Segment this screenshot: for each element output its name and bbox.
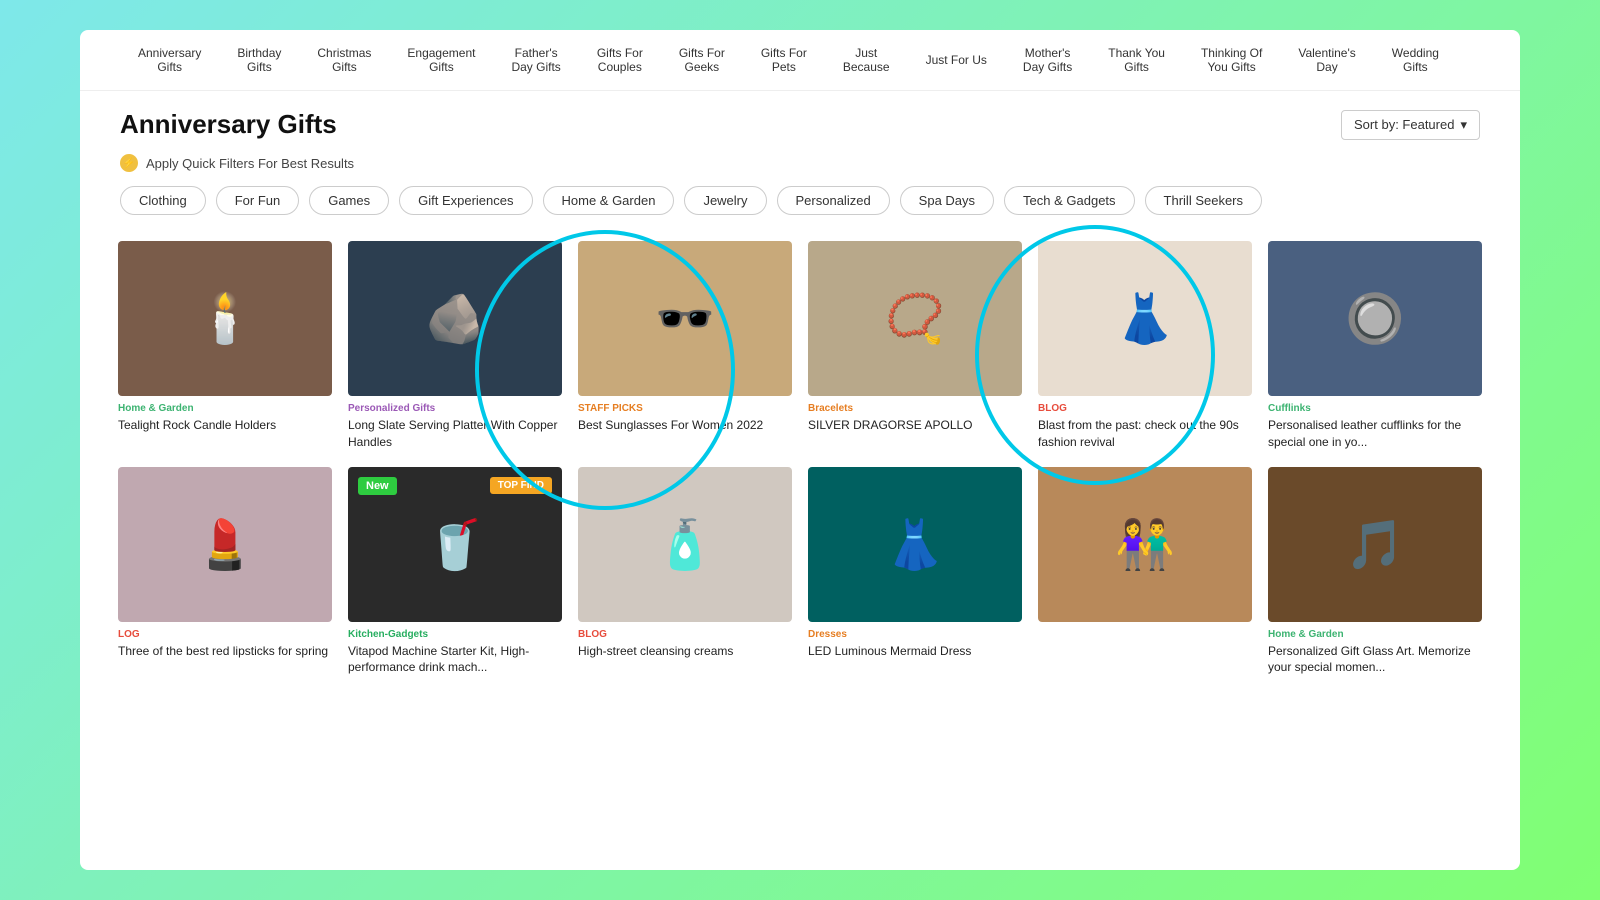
nav-item[interactable]: Thank You Gifts — [1090, 42, 1183, 78]
product-category: Kitchen-Gadgets — [348, 629, 562, 640]
badge-new: New — [358, 477, 397, 495]
nav-item[interactable]: Thinking Of You Gifts — [1183, 42, 1280, 78]
sort-label: Sort by: Featured — [1354, 117, 1454, 132]
product-card[interactable]: 🎵 Home & Garden Personalized Gift Glass Ar… — [1260, 459, 1490, 685]
product-name: Personalised leather cufflinks for the s… — [1268, 417, 1482, 451]
product-category: BLOG — [578, 629, 792, 640]
product-category: Bracelets — [808, 403, 1022, 414]
product-name: SILVER DRAGORSE APOLLO — [808, 417, 1022, 434]
nav-item[interactable]: Birthday Gifts — [219, 42, 299, 78]
product-name: High-street cleansing creams — [578, 643, 792, 660]
product-image: 🥤NewTOP FIND — [348, 467, 562, 622]
top-nav: Anniversary GiftsBirthday GiftsChristmas… — [80, 30, 1520, 91]
filter-chip[interactable]: Clothing — [120, 186, 206, 215]
nav-item[interactable]: Christmas Gifts — [299, 42, 389, 78]
nav-item[interactable]: Father's Day Gifts — [493, 42, 578, 78]
product-image: 📿 — [808, 241, 1022, 396]
product-image: 🔘 — [1268, 241, 1482, 396]
nav-item[interactable]: Engagement Gifts — [389, 42, 493, 78]
product-category: Home & Garden — [1268, 629, 1482, 640]
product-image: 🎵 — [1268, 467, 1482, 622]
product-name: Personalized Gift Glass Art. Memorize yo… — [1268, 643, 1482, 677]
product-category: Dresses — [808, 629, 1022, 640]
filter-chip[interactable]: Tech & Gadgets — [1004, 186, 1135, 215]
product-card[interactable]: 🕯️ Home & Garden Tealight Rock Candle Hold… — [110, 233, 340, 459]
filter-chip[interactable]: Games — [309, 186, 389, 215]
quick-filters-row: ⚡ Apply Quick Filters For Best Results — [80, 148, 1520, 186]
product-card[interactable]: 🪨 Personalized Gifts Long Slate Serving Pl… — [340, 233, 570, 459]
product-name: Long Slate Serving Platter With Copper H… — [348, 417, 562, 451]
product-name: Blast from the past: check out the 90s f… — [1038, 417, 1252, 451]
product-card[interactable]: 👗 Dresses LED Luminous Mermaid Dress — [800, 459, 1030, 685]
product-image: 💄 — [118, 467, 332, 622]
page-title: Anniversary Gifts — [120, 109, 337, 140]
nav-item[interactable]: Valentine's Day — [1280, 42, 1373, 78]
product-name: LED Luminous Mermaid Dress — [808, 643, 1022, 660]
product-image: 🕯️ — [118, 241, 332, 396]
filter-chips: Clothing For Fun Games Gift Experiences Home… — [80, 186, 1520, 233]
filter-chip[interactable]: Personalized — [777, 186, 890, 215]
product-category: STAFF PICKS — [578, 403, 792, 414]
filter-chip[interactable]: Gift Experiences — [399, 186, 532, 215]
product-image: 🕶️ — [578, 241, 792, 396]
page-header: Anniversary Gifts Sort by: Featured ▾ — [80, 91, 1520, 148]
product-name: Tealight Rock Candle Holders — [118, 417, 332, 434]
nav-item[interactable]: Anniversary Gifts — [120, 42, 219, 78]
product-grid: 🕯️ Home & Garden Tealight Rock Candle Hold… — [80, 233, 1520, 714]
filter-chip[interactable]: Jewelry — [684, 186, 766, 215]
product-card[interactable]: 🕶️ STAFF PICKS Best Sunglasses For Women 2… — [570, 233, 800, 459]
product-category: Home & Garden — [118, 403, 332, 414]
product-name: Three of the best red lipsticks for spri… — [118, 643, 332, 660]
nav-item[interactable]: Mother's Day Gifts — [1005, 42, 1090, 78]
product-card[interactable]: 👗 BLOG Blast from the past: check out the … — [1030, 233, 1260, 459]
product-card[interactable]: 🧴 BLOG High-street cleansing creams — [570, 459, 800, 685]
nav-item[interactable]: Wedding Gifts — [1374, 42, 1457, 78]
product-image: 👗 — [1038, 241, 1252, 396]
nav-item[interactable]: Just Because — [825, 42, 908, 78]
main-container: Anniversary GiftsBirthday GiftsChristmas… — [80, 30, 1520, 870]
nav-item[interactable]: Gifts For Pets — [743, 42, 825, 78]
filter-chip[interactable]: Thrill Seekers — [1145, 186, 1262, 215]
product-card[interactable]: 📿 Bracelets SILVER DRAGORSE APOLLO — [800, 233, 1030, 459]
filter-icon: ⚡ — [120, 154, 138, 172]
product-category: LOG — [118, 629, 332, 640]
nav-item[interactable]: Gifts For Couples — [579, 42, 661, 78]
product-category: BLOG — [1038, 403, 1252, 414]
product-name: Best Sunglasses For Women 2022 — [578, 417, 792, 434]
product-card[interactable]: 🥤NewTOP FINDKitchen-GadgetsVitapod Machi… — [340, 459, 570, 685]
filter-chip[interactable]: Spa Days — [900, 186, 994, 215]
nav-item[interactable]: Just For Us — [908, 49, 1005, 71]
product-category: Personalized Gifts — [348, 403, 562, 414]
filter-chip[interactable]: Home & Garden — [543, 186, 675, 215]
product-image: 🪨 — [348, 241, 562, 396]
badge-top-find: TOP FIND — [490, 477, 552, 494]
sort-dropdown[interactable]: Sort by: Featured ▾ — [1341, 110, 1480, 140]
nav-item[interactable]: Gifts For Geeks — [661, 42, 743, 78]
product-image: 🧴 — [578, 467, 792, 622]
product-card[interactable]: 🔘 Cufflinks Personalised leather cufflinks… — [1260, 233, 1490, 459]
chevron-down-icon: ▾ — [1460, 117, 1467, 133]
filter-chip[interactable]: For Fun — [216, 186, 300, 215]
product-card[interactable]: 👫 — [1030, 459, 1260, 685]
product-name: Vitapod Machine Starter Kit, High-perfor… — [348, 643, 562, 677]
quick-filter-text: Apply Quick Filters For Best Results — [146, 156, 354, 171]
product-card[interactable]: 💄 LOG Three of the best red lipsticks for … — [110, 459, 340, 685]
product-image: 👗 — [808, 467, 1022, 622]
product-image: 👫 — [1038, 467, 1252, 622]
product-category: Cufflinks — [1268, 403, 1482, 414]
